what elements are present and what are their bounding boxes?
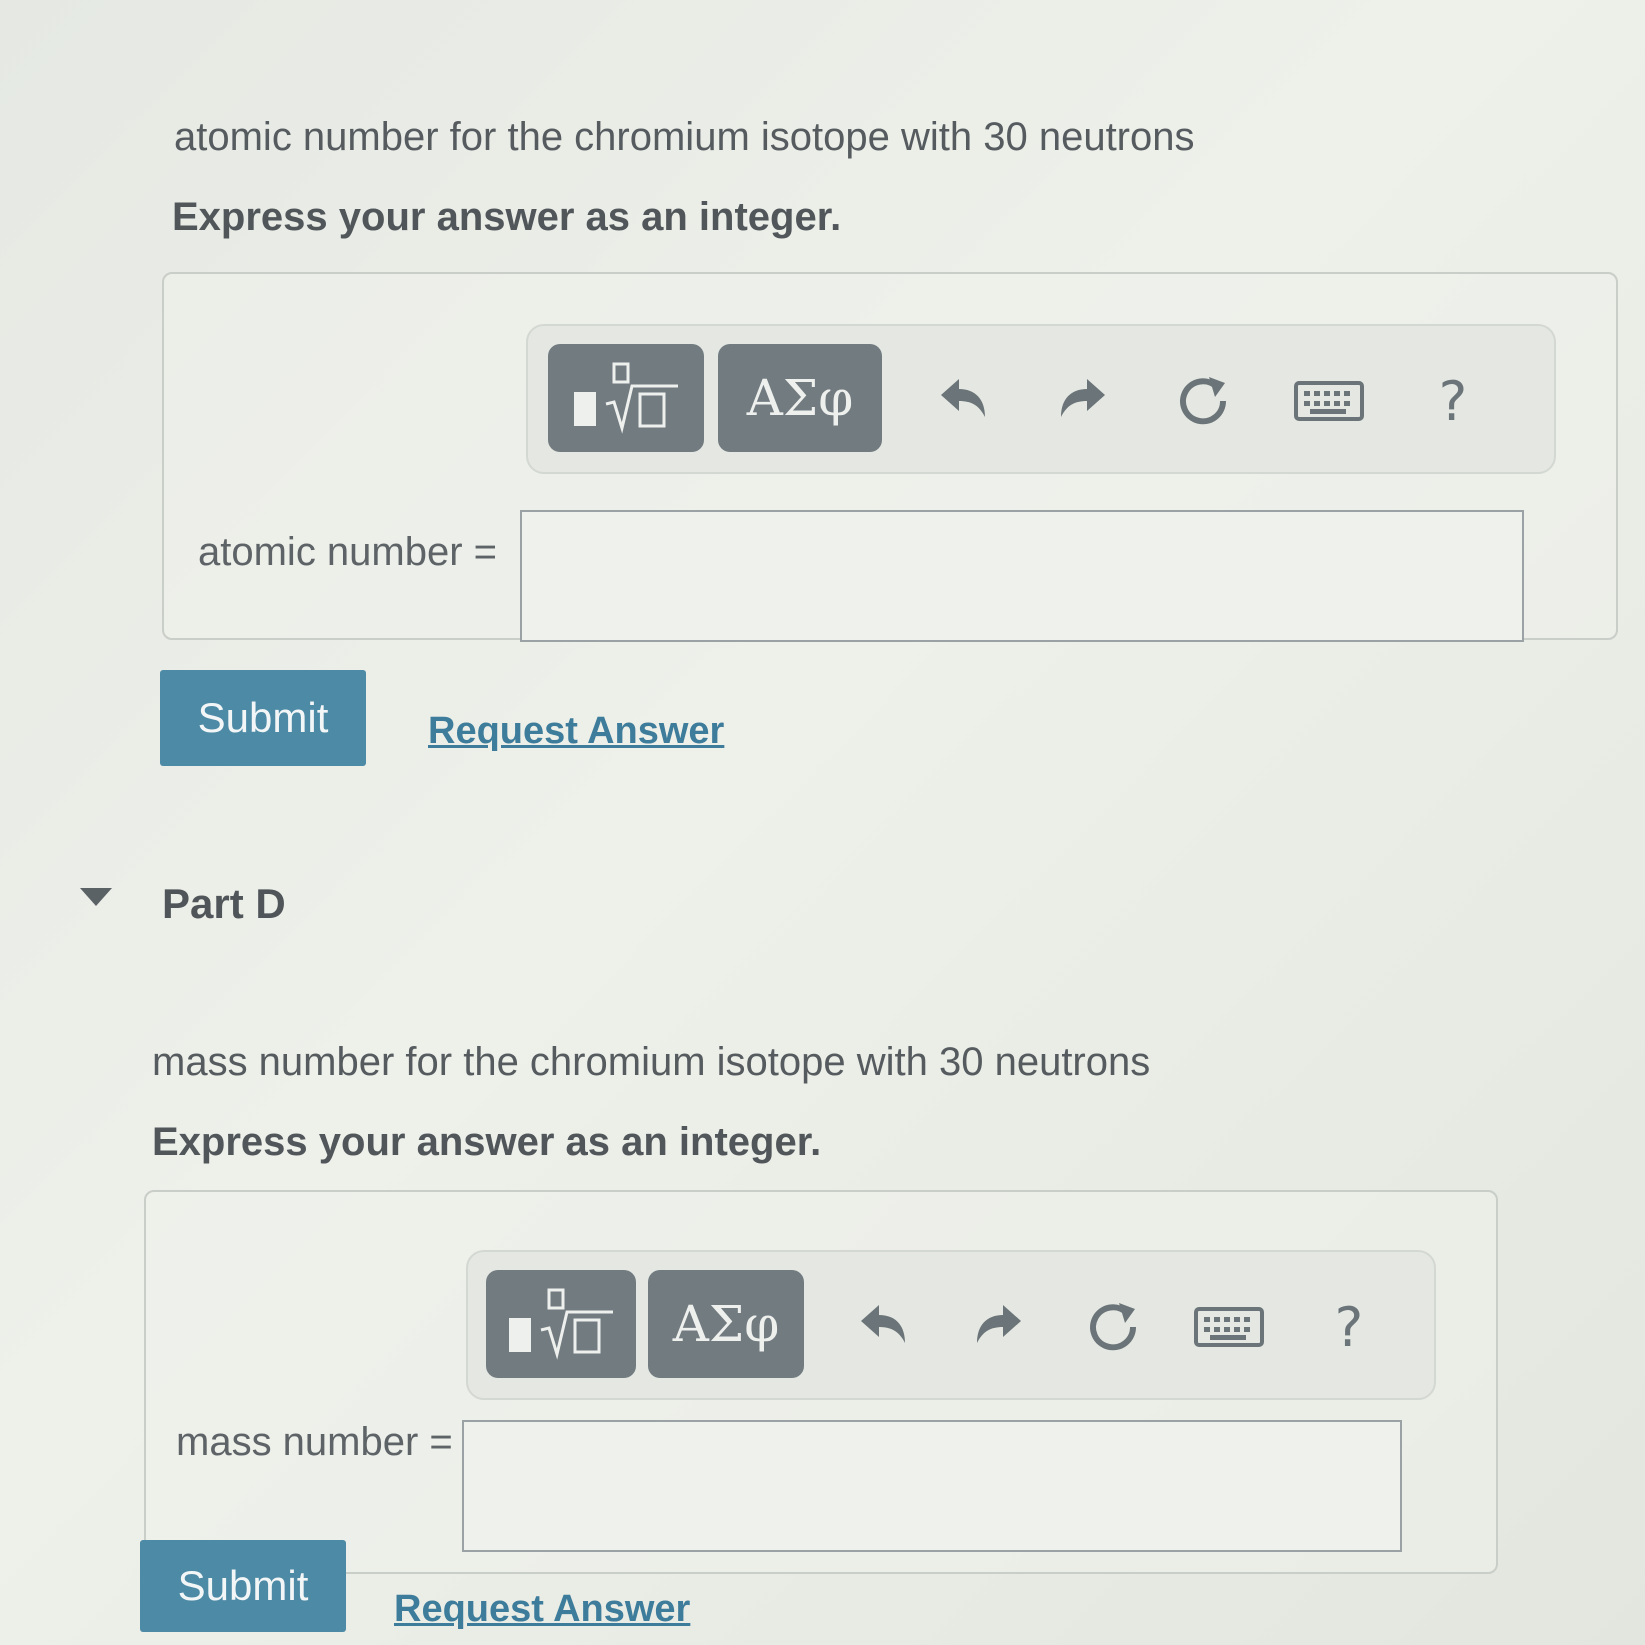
part-d-collapse-caret[interactable] [80,888,112,906]
part-c-submit-button[interactable]: Submit [160,670,366,766]
undo-icon[interactable] [848,1292,918,1362]
part-c-math-toolbar: ΑΣφ ? [526,324,1556,474]
templates-button[interactable] [486,1270,636,1378]
greek-symbols-button[interactable]: ΑΣφ [648,1270,804,1378]
part-d-title: Part D [162,880,286,927]
part-d-submit-button[interactable]: Submit [140,1540,346,1632]
part-d-prompt: mass number for the chromium isotope wit… [152,1040,1151,1084]
part-d-field-label: mass number = [176,1420,453,1464]
part-c-field-label: atomic number = [198,530,498,574]
help-icon[interactable]: ? [1314,1292,1384,1362]
keyboard-icon[interactable] [1294,366,1364,436]
keyboard-icon[interactable] [1194,1292,1264,1362]
part-c-instruction: Express your answer as an integer. [172,195,842,239]
part-d-math-toolbar: ΑΣφ ? [466,1250,1436,1400]
fraction-sqrt-template-icon [574,362,678,434]
atomic-number-input[interactable] [520,510,1524,642]
reset-icon[interactable] [1168,366,1238,436]
undo-icon[interactable] [928,366,998,436]
mass-number-input[interactable] [462,1420,1402,1552]
fraction-sqrt-template-icon [509,1288,613,1360]
part-d-instruction: Express your answer as an integer. [152,1120,822,1164]
greek-symbols-button[interactable]: ΑΣφ [718,344,882,452]
reset-icon[interactable] [1078,1292,1148,1362]
part-c-request-answer-link[interactable]: Request Answer [428,710,724,753]
redo-icon[interactable] [1048,366,1118,436]
templates-button[interactable] [548,344,704,452]
part-d-request-answer-link[interactable]: Request Answer [394,1588,690,1631]
help-icon[interactable]: ? [1418,366,1488,436]
redo-icon[interactable] [964,1292,1034,1362]
part-c-prompt: atomic number for the chromium isotope w… [174,115,1195,159]
